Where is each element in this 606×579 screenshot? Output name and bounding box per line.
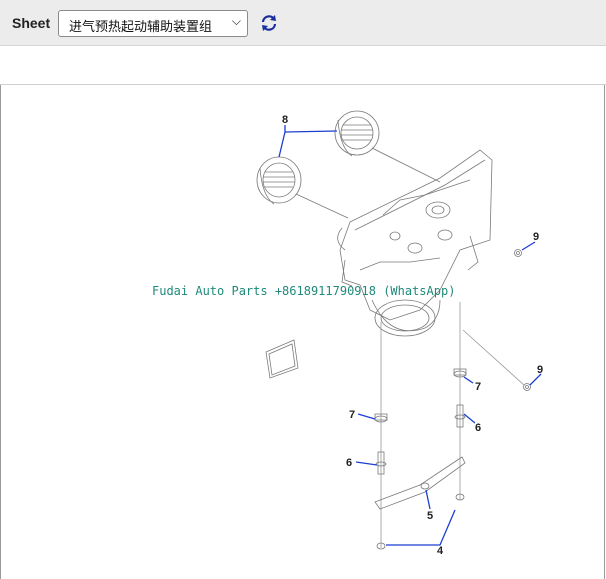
sheet-label: Sheet bbox=[12, 15, 51, 31]
bolt-9-upper bbox=[514, 249, 522, 257]
callout-6-right: 6 bbox=[475, 422, 481, 434]
callout-7-right: 7 bbox=[475, 381, 481, 393]
bolt-9-lower bbox=[523, 383, 531, 391]
sheet-select-value: 进气预热起动辅助装置组 bbox=[69, 20, 213, 35]
gasket-plate bbox=[265, 339, 299, 379]
chevron-down-icon: ⌵ bbox=[231, 14, 241, 28]
callout-9-lower: 9 bbox=[537, 364, 543, 376]
parts-diagram: 8 9 9 7 7 6 6 5 4 bbox=[256, 110, 543, 557]
intake-manifold bbox=[337, 149, 493, 337]
heater-disc-lower bbox=[256, 156, 302, 205]
bracket-5 bbox=[374, 456, 466, 510]
heater-disc-upper bbox=[334, 110, 380, 157]
sheet-select[interactable]: 进气预热起动辅助装置组 ⌵ bbox=[58, 10, 248, 37]
callout-8: 8 bbox=[282, 114, 288, 126]
callout-5: 5 bbox=[427, 510, 433, 522]
refresh-icon[interactable] bbox=[259, 13, 279, 33]
toolbar: Sheet 进气预热起动辅助装置组 ⌵ bbox=[0, 0, 606, 46]
callout-9-upper: 9 bbox=[533, 231, 539, 243]
watermark-text: Fudai Auto Parts +8618911790918 (WhatsAp… bbox=[152, 284, 456, 298]
callout-4: 4 bbox=[437, 545, 444, 557]
callout-7-left: 7 bbox=[349, 409, 355, 421]
callout-6-left: 6 bbox=[346, 457, 352, 469]
